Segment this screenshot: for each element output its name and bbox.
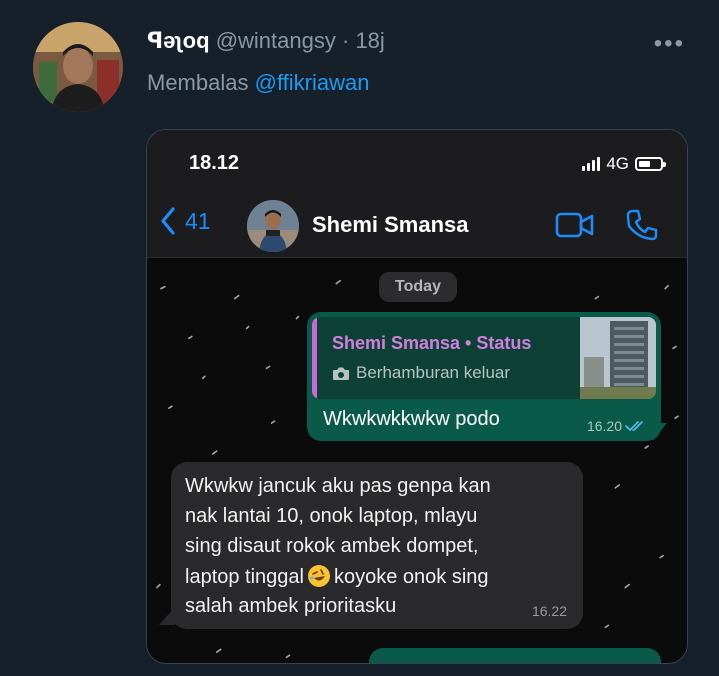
- back-button[interactable]: 41: [159, 206, 211, 236]
- battery-icon: [635, 157, 666, 171]
- incoming-line-2: nak lantai 10, onok laptop, mlayu: [185, 505, 478, 527]
- contact-avatar[interactable]: [247, 200, 299, 252]
- incoming-time: 16.22: [531, 603, 567, 619]
- status-time: 18.12: [189, 152, 240, 174]
- incoming-line-4-start: laptop tinggal: [185, 566, 304, 588]
- tweet-time[interactable]: 18j: [355, 28, 384, 53]
- tweet-header: ꟼǝʅoq @wintangsy · 18j: [147, 28, 385, 54]
- user-avatar[interactable]: [33, 22, 123, 112]
- reply-context: Membalas @ffikriawan: [147, 70, 369, 96]
- reply-to-link[interactable]: @ffikriawan: [255, 70, 370, 95]
- outgoing-message[interactable]: Shemi Smansa • Status Berhamburan keluar: [307, 312, 661, 441]
- status-thumbnail: [580, 317, 656, 399]
- phone-status-bar: 18.12 4G: [147, 130, 687, 192]
- status-indicators: 4G: [582, 154, 666, 174]
- quoted-caption-row: Berhamburan keluar: [332, 363, 510, 383]
- user-handle[interactable]: @wintangsy: [216, 28, 336, 53]
- quote-accent-bar: [312, 317, 317, 399]
- rolling-laughing-emoji-icon: [307, 565, 330, 587]
- incoming-line-5: salah ambek prioritasku: [185, 595, 397, 617]
- incoming-line-3: sing disaut rokok ambek dompet,: [185, 535, 479, 557]
- display-name[interactable]: ꟼǝʅoq: [147, 28, 210, 53]
- incoming-message[interactable]: Wkwkw jancuk aku pas genpa kan nak lanta…: [171, 462, 583, 629]
- incoming-line-4: laptop tinggal koyoke onok sing: [185, 565, 489, 589]
- camera-icon: [333, 367, 349, 380]
- network-label: 4G: [606, 154, 629, 173]
- contact-name[interactable]: Shemi Smansa: [312, 212, 469, 238]
- more-icon[interactable]: •••: [654, 30, 685, 58]
- signal-icon: [582, 157, 601, 171]
- quoted-author: Shemi Smansa • Status: [332, 333, 532, 353]
- incoming-line-1: Wkwkw jancuk aku pas genpa kan: [185, 475, 491, 497]
- separator-dot: ·: [341, 28, 350, 53]
- date-separator: Today: [379, 272, 457, 302]
- quoted-status[interactable]: Shemi Smansa • Status Berhamburan keluar: [312, 317, 656, 399]
- chat-area[interactable]: Today Shemi Smansa • Status Berhamburan …: [147, 258, 687, 663]
- video-call-icon[interactable]: [555, 210, 595, 240]
- phone-call-icon[interactable]: [625, 208, 659, 242]
- reply-prefix: Membalas: [147, 70, 249, 95]
- outgoing-message-partial[interactable]: [369, 648, 661, 663]
- outgoing-meta: 16.20: [587, 418, 647, 434]
- double-check-icon: [625, 421, 643, 432]
- chevron-left-icon: [161, 207, 175, 235]
- incoming-line-4-end: koyoke onok sing: [333, 566, 489, 588]
- outgoing-time: 16.20: [586, 418, 622, 434]
- outgoing-text: Wkwkwkkwkw podo: [323, 408, 500, 430]
- quoted-caption: Berhamburan keluar: [356, 363, 511, 382]
- tweet-media-image[interactable]: 18.12 4G 41 Shemi Smansa Today Shemi Sma…: [146, 129, 688, 664]
- back-count: 41: [185, 207, 211, 234]
- chat-header: 41 Shemi Smansa: [147, 192, 687, 258]
